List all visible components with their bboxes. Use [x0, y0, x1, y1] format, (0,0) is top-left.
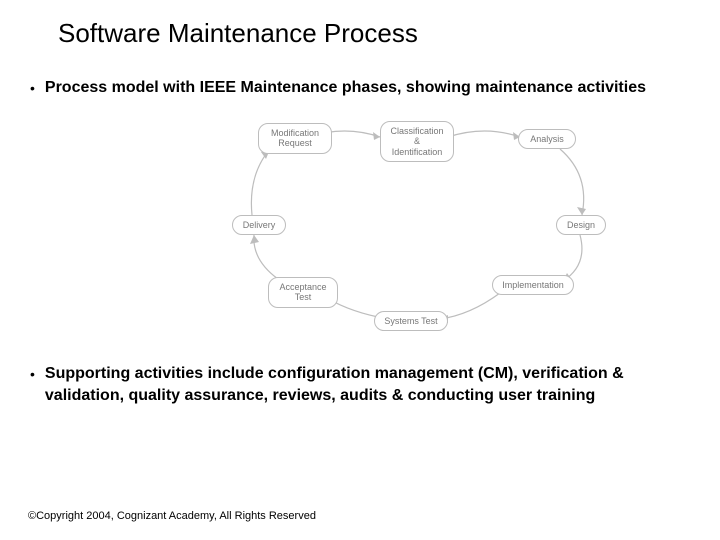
bullet-item: • Supporting activities include configur… — [28, 363, 680, 407]
node-classification-identification: Classification & Identification — [380, 121, 454, 162]
bullet-list-bottom: • Supporting activities include configur… — [0, 355, 720, 407]
bullet-text: Supporting activities include configurat… — [45, 363, 680, 407]
page-title: Software Maintenance Process — [0, 0, 720, 49]
node-analysis: Analysis — [518, 129, 576, 149]
node-design: Design — [556, 215, 606, 235]
bullet-item: • Process model with IEEE Maintenance ph… — [28, 77, 680, 99]
bullet-text: Process model with IEEE Maintenance phas… — [45, 77, 646, 99]
diagram-container: Modification Request Classification & Id… — [0, 111, 720, 355]
bullet-dot-icon: • — [28, 77, 45, 99]
node-implementation: Implementation — [492, 275, 574, 295]
copyright-footer: ©Copyright 2004, Cognizant Academy, All … — [28, 510, 316, 522]
node-acceptance-test: Acceptance Test — [268, 277, 338, 308]
bullet-list-top: • Process model with IEEE Maintenance ph… — [0, 49, 720, 99]
process-diagram: Modification Request Classification & Id… — [230, 115, 610, 345]
node-modification-request: Modification Request — [258, 123, 332, 154]
bullet-dot-icon: • — [28, 363, 45, 385]
node-systems-test: Systems Test — [374, 311, 448, 331]
node-delivery: Delivery — [232, 215, 286, 235]
